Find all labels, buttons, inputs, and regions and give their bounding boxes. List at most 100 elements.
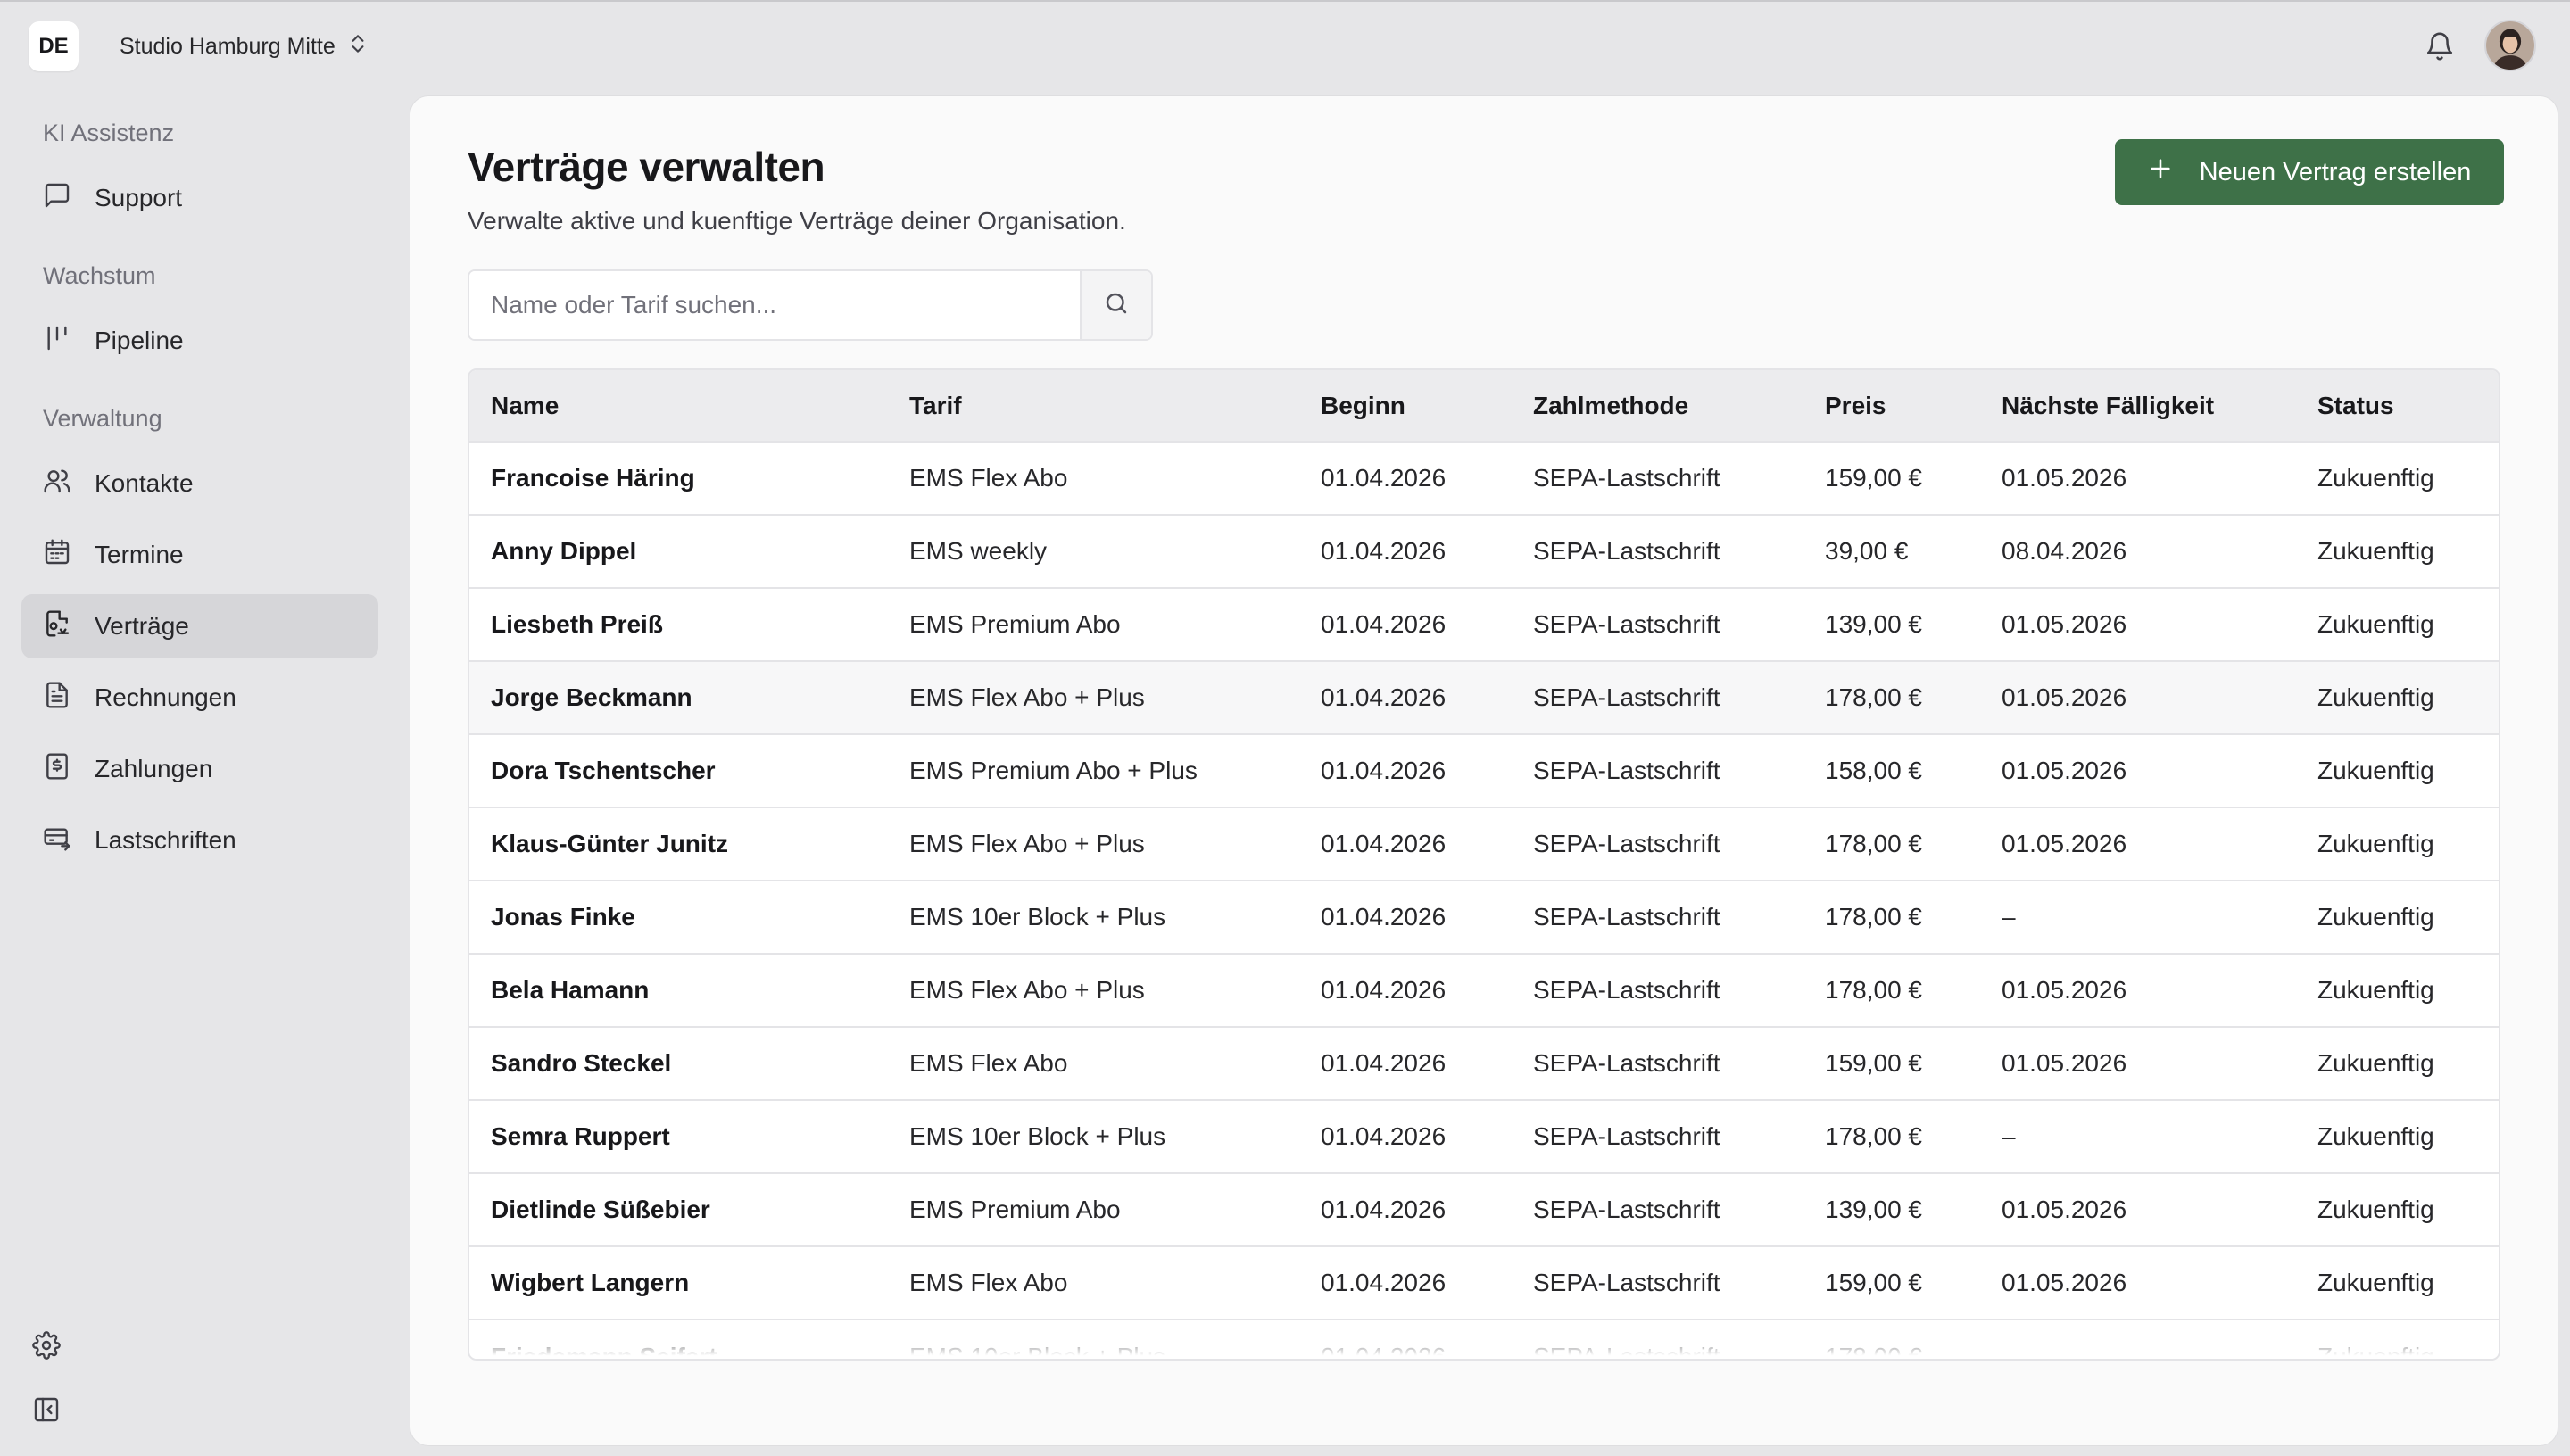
cell-beginn: 01.04.2026: [1299, 1245, 1512, 1320]
org-badge[interactable]: DE: [29, 21, 79, 71]
receipt-icon: [43, 752, 71, 787]
top-bar: DE Studio Hamburg Mitte: [0, 0, 2570, 89]
cell-tarif: EMS 10er Block + Plus: [888, 880, 1299, 954]
calendar-icon: [43, 538, 71, 573]
cell-tarif: EMS Premium Abo + Plus: [888, 733, 1299, 807]
column-header-name[interactable]: Name: [469, 370, 888, 442]
cell-zahlmethode: SEPA-Lastschrift: [1512, 514, 1803, 588]
create-contract-button[interactable]: Neuen Vertrag erstellen: [2115, 139, 2504, 205]
sidebar-item-label: Termine: [95, 541, 184, 568]
cell-status: Zukuenftig: [2296, 953, 2499, 1027]
table-row[interactable]: Francoise Häring EMS Flex Abo 01.04.2026 SE…: [469, 441, 2499, 515]
nav-group-ki-assistenz: KI Assistenz: [43, 120, 175, 146]
create-contract-label: Neuen Vertrag erstellen: [2199, 157, 2472, 186]
cell-beginn: 01.04.2026: [1299, 660, 1512, 734]
cell-preis: 178,00 €: [1803, 807, 1980, 881]
cell-zahlmethode: SEPA-Lastschrift: [1512, 587, 1803, 661]
search-bar: [468, 269, 1153, 341]
cell-status: Zukuenftig: [2296, 660, 2499, 734]
search-icon: [1103, 290, 1130, 321]
column-header-tarif[interactable]: Tarif: [888, 370, 1299, 442]
cell-preis: 178,00 €: [1803, 953, 1980, 1027]
cell-status: Zukuenftig: [2296, 587, 2499, 661]
cell-beginn: 01.04.2026: [1299, 880, 1512, 954]
cell-preis: 159,00 €: [1803, 441, 1980, 515]
cell-naechste-faelligkeit: 01.05.2026: [1980, 953, 2296, 1027]
cell-zahlmethode: SEPA-Lastschrift: [1512, 733, 1803, 807]
sidebar-item-lastschriften[interactable]: Lastschriften: [21, 808, 378, 873]
plus-icon: [2148, 156, 2173, 188]
cell-name: Semra Ruppert: [469, 1099, 888, 1173]
sidebar-item-label: Zahlungen: [95, 755, 213, 782]
cell-zahlmethode: SEPA-Lastschrift: [1512, 880, 1803, 954]
sidebar: KI Assistenz Support Wachstum Pipeline V…: [0, 89, 410, 1456]
cell-name: Jorge Beckmann: [469, 660, 888, 734]
cell-naechste-faelligkeit: 01.05.2026: [1980, 1026, 2296, 1100]
table-row[interactable]: Jonas Finke EMS 10er Block + Plus 01.04.20…: [469, 880, 2499, 954]
column-header-beginn[interactable]: Beginn: [1299, 370, 1512, 442]
table-row[interactable]: Jorge Beckmann EMS Flex Abo + Plus 01.04.2…: [469, 660, 2499, 734]
table-row[interactable]: Dietlinde Süßebier EMS Premium Abo 01.04.2…: [469, 1172, 2499, 1246]
table-row[interactable]: Sandro Steckel EMS Flex Abo 01.04.2026 SEPA…: [469, 1026, 2499, 1100]
cell-beginn: 01.04.2026: [1299, 587, 1512, 661]
contracts-table: Name Tarif Beginn Zahlmethode Preis Näch…: [468, 368, 2500, 1361]
cell-zahlmethode: SEPA-Lastschrift: [1512, 1172, 1803, 1246]
sidebar-item-label: Support: [95, 184, 183, 211]
cell-name: Klaus-Günter Junitz: [469, 807, 888, 881]
cell-status: Zukuenftig: [2296, 880, 2499, 954]
sidebar-item-termine[interactable]: Termine: [21, 523, 378, 587]
column-header-preis[interactable]: Preis: [1803, 370, 1980, 442]
cell-preis: 139,00 €: [1803, 587, 1980, 661]
table-row[interactable]: Liesbeth Preiß EMS Premium Abo 01.04.2026 S…: [469, 587, 2499, 661]
bell-icon[interactable]: [2420, 27, 2459, 66]
bank-transfer-icon: [43, 823, 71, 858]
cell-beginn: 01.04.2026: [1299, 953, 1512, 1027]
cell-status: Zukuenftig: [2296, 1026, 2499, 1100]
cell-name: Sandro Steckel: [469, 1026, 888, 1100]
sidebar-item-vertraege[interactable]: Verträge: [21, 594, 378, 658]
sidebar-item-label: Pipeline: [95, 327, 184, 354]
settings-gear-icon[interactable]: [29, 1328, 64, 1363]
cell-name: Francoise Häring: [469, 441, 888, 515]
cell-naechste-faelligkeit: 01.05.2026: [1980, 1245, 2296, 1320]
table-row[interactable]: Semra Ruppert EMS 10er Block + Plus 01.04.…: [469, 1099, 2499, 1173]
table-header-row: Name Tarif Beginn Zahlmethode Preis Näch…: [469, 370, 2499, 442]
cell-preis: 178,00 €: [1803, 660, 1980, 734]
column-header-zahlmethode[interactable]: Zahlmethode: [1512, 370, 1803, 442]
table-row[interactable]: Klaus-Günter Junitz EMS Flex Abo + Plus 01…: [469, 807, 2499, 881]
sidebar-item-support[interactable]: Support: [21, 166, 378, 230]
file-text-icon: [43, 681, 71, 716]
chevrons-up-down-icon: [346, 32, 369, 62]
cell-beginn: 01.04.2026: [1299, 1026, 1512, 1100]
cell-naechste-faelligkeit: 01.05.2026: [1980, 441, 2296, 515]
cell-status: Zukuenftig: [2296, 807, 2499, 881]
column-header-naechste-faelligkeit[interactable]: Nächste Fälligkeit: [1980, 370, 2296, 442]
sidebar-item-kontakte[interactable]: Kontakte: [21, 451, 378, 516]
cell-tarif: EMS weekly: [888, 514, 1299, 588]
table-row[interactable]: Wigbert Langern EMS Flex Abo 01.04.2026 SEP…: [469, 1245, 2499, 1320]
search-input[interactable]: [469, 271, 1080, 339]
cell-preis: 39,00 €: [1803, 514, 1980, 588]
org-switcher[interactable]: Studio Hamburg Mitte: [120, 29, 369, 64]
collapse-sidebar-icon[interactable]: [29, 1392, 64, 1427]
cell-tarif: EMS Flex Abo + Plus: [888, 660, 1299, 734]
cell-preis: 158,00 €: [1803, 733, 1980, 807]
sidebar-item-pipeline[interactable]: Pipeline: [21, 309, 378, 373]
sidebar-item-zahlungen[interactable]: Zahlungen: [21, 737, 378, 801]
table-row[interactable]: Anny Dippel EMS weekly 01.04.2026 SEPA-Last…: [469, 514, 2499, 588]
table-row[interactable]: Dora Tschentscher EMS Premium Abo + Plus 0…: [469, 733, 2499, 807]
cell-tarif: EMS 10er Block + Plus: [888, 1099, 1299, 1173]
search-button[interactable]: [1080, 271, 1151, 339]
cell-naechste-faelligkeit: –: [1980, 1099, 2296, 1173]
cell-beginn: 01.04.2026: [1299, 1172, 1512, 1246]
sidebar-item-rechnungen[interactable]: Rechnungen: [21, 666, 378, 730]
table-row[interactable]: Bela Hamann EMS Flex Abo + Plus 01.04.2026…: [469, 953, 2499, 1027]
cell-name: Anny Dippel: [469, 514, 888, 588]
column-header-status[interactable]: Status: [2296, 370, 2499, 442]
cell-zahlmethode: SEPA-Lastschrift: [1512, 953, 1803, 1027]
cell-naechste-faelligkeit: 01.05.2026: [1980, 587, 2296, 661]
user-avatar[interactable]: [2484, 20, 2536, 71]
cell-tarif: EMS Flex Abo + Plus: [888, 953, 1299, 1027]
users-icon: [43, 467, 71, 501]
cell-beginn: 01.04.2026: [1299, 441, 1512, 515]
